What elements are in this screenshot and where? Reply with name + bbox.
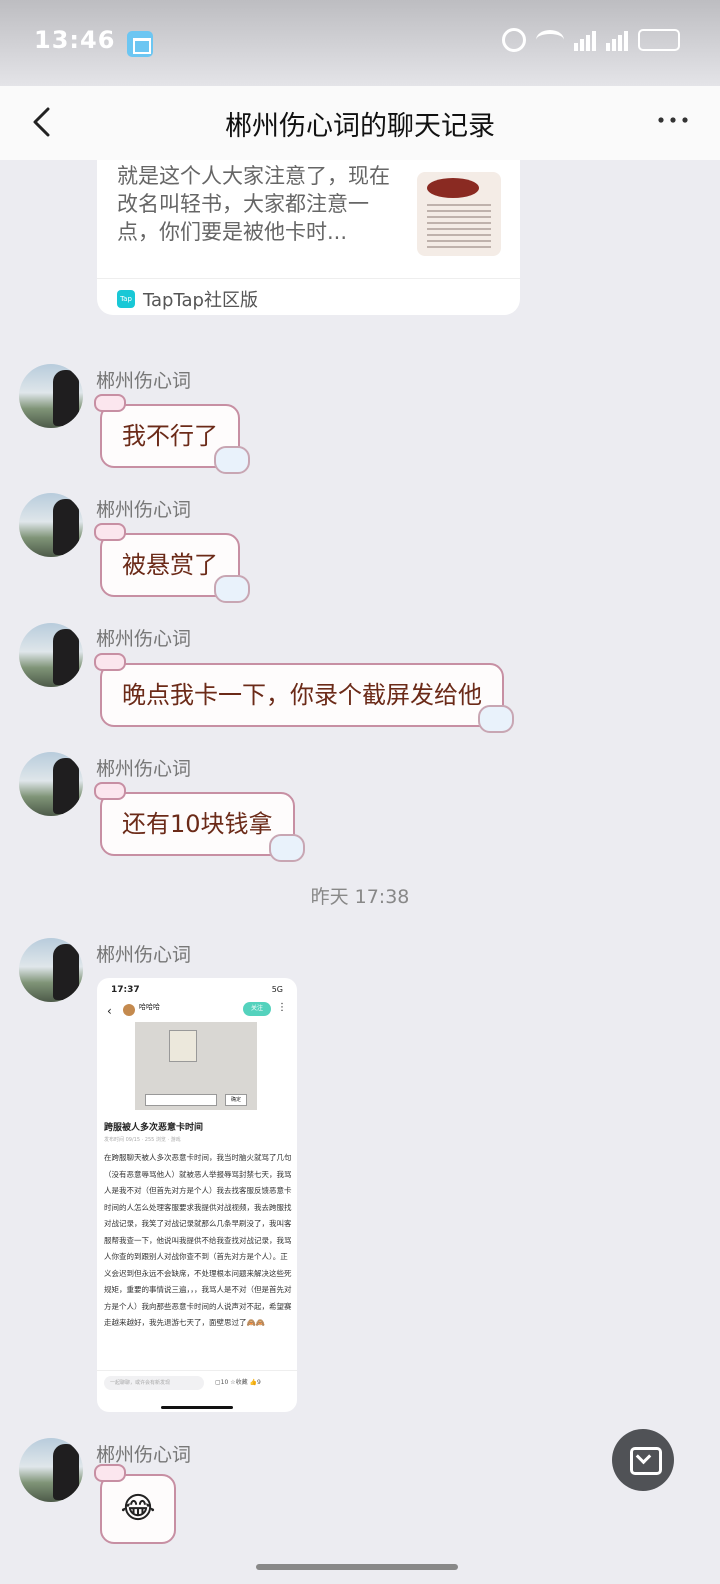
card-divider	[97, 278, 520, 279]
card-thumbnail	[417, 172, 501, 256]
shot-status-time: 17:37	[111, 985, 140, 995]
status-time: 13:46	[34, 26, 116, 54]
avatar[interactable]	[19, 1438, 83, 1502]
emoji-message-bubble[interactable]: 😂	[94, 1464, 176, 1544]
message-bubble[interactable]: 我不行了	[94, 394, 250, 474]
message-text: 我不行了	[122, 422, 218, 450]
signal-icon	[574, 29, 596, 51]
status-bar: 13:46	[0, 0, 720, 86]
taptap-icon: Tap	[117, 290, 135, 308]
message-bubble[interactable]: 晚点我卡一下，你录个截屏发给他	[94, 653, 514, 733]
message-timestamp: 昨天 17:38	[310, 886, 410, 908]
sender-name: 郴州伤心词	[96, 944, 192, 966]
status-icons	[502, 28, 680, 52]
sender-name: 郴州伤心词	[96, 628, 192, 650]
shot-network: 5G	[271, 985, 283, 994]
bow-decoration-icon	[94, 394, 126, 412]
message-text: 被悬赏了	[122, 551, 218, 579]
thumb-up-icon: 👍	[249, 1379, 258, 1386]
shot-back-icon: ‹	[107, 1004, 112, 1018]
message-bubble[interactable]: 还有10块钱拿	[94, 782, 305, 862]
shot-post-title: 跨服被人多次恶意卡时间	[104, 1123, 204, 1133]
avatar[interactable]	[19, 938, 83, 1002]
shot-username: 哈哈哈	[139, 1003, 160, 1011]
avatar[interactable]	[19, 623, 83, 687]
sender-name: 郴州伤心词	[96, 499, 192, 521]
shot-like-count: 9	[257, 1379, 261, 1386]
card-text: 就是这个人大家注意了，现在改名叫轻书，大家都注意一点，你们要是被他卡时...	[117, 164, 390, 244]
shot-more-icon: ⋮	[277, 1002, 287, 1013]
avatar[interactable]	[19, 364, 83, 428]
shot-post-image: 确定	[135, 1022, 257, 1110]
bow-decoration-icon	[94, 782, 126, 800]
shot-follow-button: 关注	[243, 1002, 271, 1016]
bathtub-decoration-icon	[214, 446, 250, 474]
shot-comment-count: 10	[220, 1379, 229, 1386]
bathtub-decoration-icon	[214, 575, 250, 603]
page-title: 郴州伤心词的聊天记录	[225, 111, 495, 142]
bow-decoration-icon	[94, 523, 126, 541]
sender-name: 郴州伤心词	[96, 370, 192, 392]
shot-stats: ▢10 ☆收藏 👍9	[215, 1377, 261, 1386]
shot-post-body: 在跨服聊天被人多次恶意卡时间，我当时脑火就骂了几句（没有恶意辱骂他人）就被恶人举…	[104, 1153, 292, 1327]
message-text: 还有10块钱拿	[122, 810, 273, 838]
shot-user-avatar	[123, 1004, 135, 1016]
wifi-icon	[536, 30, 564, 50]
card-source: Tap TapTap社区版	[117, 286, 258, 312]
shot-post-input	[145, 1094, 217, 1106]
avatar[interactable]	[19, 493, 83, 557]
shot-post-input-button: 确定	[225, 1094, 247, 1106]
sender-name: 郴州伤心词	[96, 758, 192, 780]
nav-bar: 郴州伤心词的聊天记录	[0, 86, 720, 160]
download-button[interactable]	[612, 1429, 674, 1491]
book-icon	[127, 31, 153, 57]
shared-link-card[interactable]: 就是这个人大家注意了，现在改名叫轻书，大家都注意一点，你们要是被他卡时... T…	[97, 160, 520, 315]
bow-decoration-icon	[94, 1464, 126, 1482]
message-text: 晚点我卡一下，你录个截屏发给他	[122, 681, 482, 709]
card-source-label: TapTap社区版	[143, 290, 258, 311]
alarm-icon	[502, 28, 526, 52]
avatar[interactable]	[19, 752, 83, 816]
signal-icon-2	[606, 29, 628, 51]
home-indicator	[256, 1564, 458, 1570]
bow-decoration-icon	[94, 653, 126, 671]
message-bubble[interactable]: 被悬赏了	[94, 523, 250, 603]
shot-reply-input: 一起聊聊，或许会有新发现	[104, 1376, 204, 1390]
more-icon[interactable]	[656, 112, 690, 128]
shot-favorite-label: 收藏	[235, 1379, 248, 1386]
laughing-emoji-icon: 😂	[120, 1491, 156, 1526]
battery-icon	[638, 29, 680, 51]
bathtub-decoration-icon	[268, 834, 305, 862]
shot-bottom-bar: 一起聊聊，或许会有新发现 ▢10 ☆收藏 👍9	[97, 1370, 297, 1394]
image-message[interactable]: 17:37 5G ‹ 哈哈哈 关注 ⋮ 确定 跨服被人多次恶意卡时间 发布时间 …	[97, 978, 297, 1412]
shot-post-meta: 发布时间 09/15 · 255 浏览 · 游戏	[104, 1137, 181, 1143]
sender-name: 郴州伤心词	[96, 1444, 192, 1466]
bathtub-decoration-icon	[478, 705, 514, 733]
shot-home-indicator	[161, 1406, 233, 1409]
